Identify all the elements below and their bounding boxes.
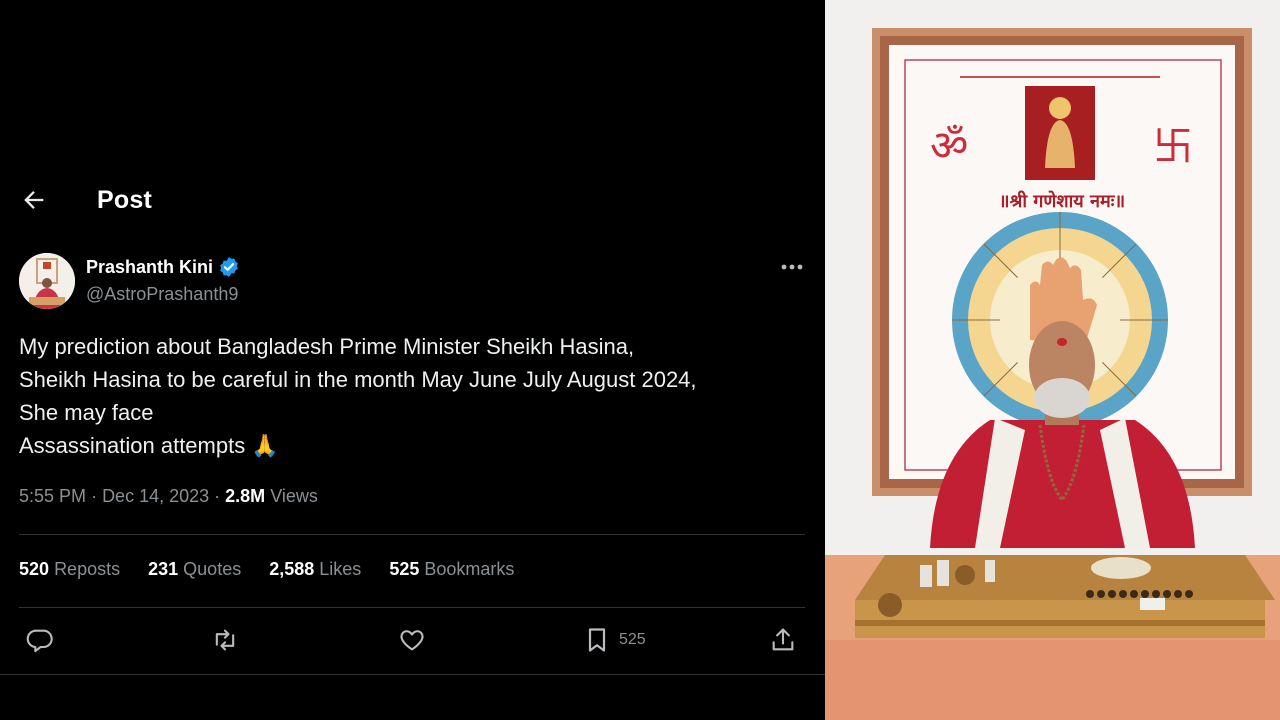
share-button[interactable] — [769, 626, 797, 654]
share-icon — [772, 628, 794, 651]
divider — [0, 674, 825, 675]
author-name[interactable]: Prashanth Kini — [86, 257, 213, 278]
tweet-date[interactable]: Dec 14, 2023 — [102, 486, 209, 506]
quotes-stat[interactable]: 231 Quotes — [148, 559, 241, 580]
divider — [19, 607, 805, 608]
bookmark-count: 525 — [619, 631, 646, 648]
tweet-time[interactable]: 5:55 PM — [19, 486, 86, 506]
astrologer-photo: ॐ 卐 ॥श्री गणेशाय नमः॥ — [825, 0, 1280, 720]
back-arrow-icon[interactable] — [20, 186, 48, 214]
views-count: 2.8M — [225, 486, 266, 506]
more-options-icon[interactable] — [779, 261, 805, 273]
heart-icon — [400, 630, 424, 651]
tweet-panel: Post Prashanth Kini @AstroPrashanth9 My … — [0, 0, 825, 720]
photo-illustration: ॐ 卐 ॥श्री गणेशाय नमः॥ — [825, 0, 1280, 720]
bookmark-button[interactable]: 525 — [583, 626, 646, 654]
repost-button[interactable] — [211, 626, 239, 654]
om-symbol: ॐ — [930, 121, 968, 170]
verified-badge-icon — [220, 257, 238, 277]
tweet-line: She may face — [19, 400, 154, 425]
bookmark-icon — [588, 628, 606, 652]
repost-icon — [215, 629, 235, 651]
tweet-line: Sheikh Hasina to be careful in the month… — [19, 367, 697, 392]
bookmarks-stat[interactable]: 525 Bookmarks — [389, 559, 514, 580]
avatar[interactable] — [19, 253, 75, 309]
likes-stat[interactable]: 2,588 Likes — [269, 559, 361, 580]
divider — [19, 534, 805, 535]
action-bar: 525 — [0, 622, 825, 660]
page-title: Post — [97, 186, 152, 214]
tweet-meta: 5:55 PM · Dec 14, 2023 · 2.8M Views — [19, 486, 318, 506]
reply-icon — [26, 629, 53, 653]
reply-button[interactable] — [26, 626, 54, 654]
tweet-author: Prashanth Kini @AstroPrashanth9 — [19, 253, 809, 311]
author-handle[interactable]: @AstroPrashanth9 — [86, 284, 238, 305]
engagement-stats: 520 Reposts 231 Quotes 2,588 Likes 525 B… — [19, 559, 514, 580]
reposts-stat[interactable]: 520 Reposts — [19, 559, 120, 580]
tweet-line: Assassination attempts 🙏 — [19, 433, 279, 458]
tweet-line: My prediction about Bangladesh Prime Min… — [19, 334, 635, 359]
sanskrit-banner: ॥श्री गणेशाय नमः॥ — [999, 190, 1125, 212]
like-button[interactable] — [398, 626, 426, 654]
swastika-symbol: 卐 — [1153, 124, 1193, 170]
avatar-image — [19, 253, 75, 309]
post-header: Post — [0, 178, 825, 224]
views-label: Views — [270, 486, 318, 506]
tweet-body: My prediction about Bangladesh Prime Min… — [19, 330, 809, 462]
